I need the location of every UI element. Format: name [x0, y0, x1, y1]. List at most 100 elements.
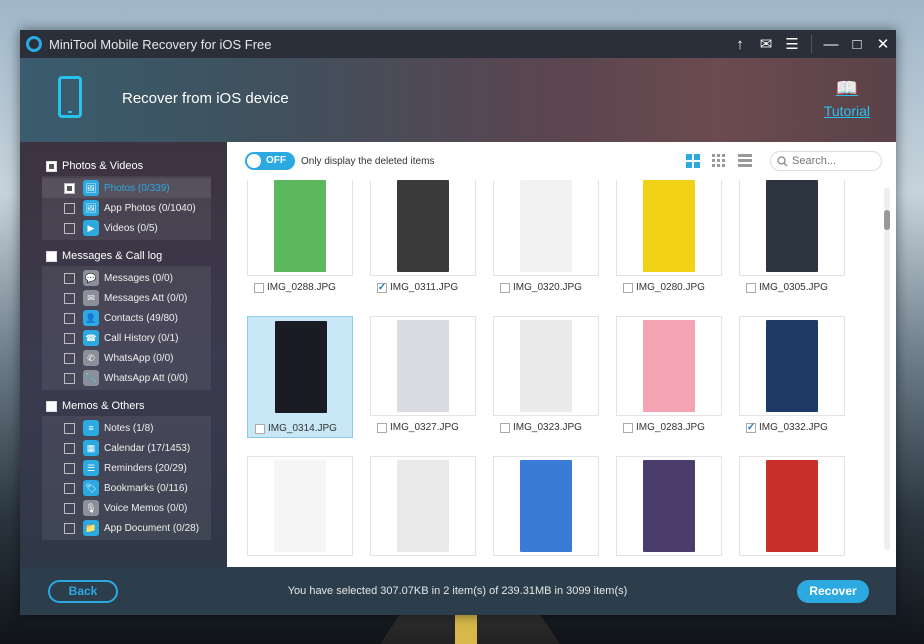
category-icon: ▶	[83, 220, 99, 236]
item-checkbox[interactable]	[64, 352, 75, 364]
thumbnail-frame	[739, 316, 845, 416]
selection-status: You have selected 307.07KB in 2 item(s) …	[287, 585, 628, 597]
file-thumbnail[interactable]: IMG_0323.JPG	[493, 316, 599, 438]
file-name-row: IMG_0314.JPG	[248, 423, 352, 434]
file-checkbox[interactable]	[377, 422, 387, 433]
file-checkbox[interactable]	[623, 282, 633, 293]
scrollbar-thumb[interactable]	[884, 210, 890, 230]
group-label: Memos & Others	[62, 400, 145, 412]
sidebar-item[interactable]: 🏷 Bookmarks (0/116)	[42, 478, 211, 498]
sidebar-item[interactable]: 📎 WhatsApp Att (0/0)	[42, 368, 211, 388]
sidebar-item[interactable]: ☰ Reminders (20/29)	[42, 458, 211, 478]
upload-icon[interactable]: ↑	[727, 30, 753, 58]
search-box[interactable]	[770, 151, 882, 171]
sidebar-group-header[interactable]: Photos & Videos	[20, 156, 227, 176]
item-checkbox[interactable]	[64, 272, 75, 284]
item-checkbox[interactable]	[64, 372, 75, 384]
sidebar-item[interactable]: 🖼 Photos (0/339)	[42, 178, 211, 198]
titlebar-divider	[811, 35, 812, 53]
file-name-row: IMG_0283.JPG	[616, 422, 722, 433]
sidebar-item[interactable]: 👤 Contacts (49/80)	[42, 308, 211, 328]
item-checkbox[interactable]	[64, 292, 75, 304]
title-bar: MiniTool Mobile Recovery for iOS Free ↑ …	[20, 30, 896, 58]
sidebar-item-label: Voice Memos (0/0)	[104, 502, 188, 514]
sidebar-group-header[interactable]: Memos & Others	[20, 396, 227, 416]
sidebar-item[interactable]: ≡ Notes (1/8)	[42, 418, 211, 438]
item-checkbox[interactable]	[64, 332, 75, 344]
mail-icon[interactable]: ✉	[753, 30, 779, 58]
file-thumbnail[interactable]: IMG_0314.JPG	[247, 316, 353, 438]
sidebar-item-label: WhatsApp Att (0/0)	[104, 372, 188, 384]
back-button[interactable]: Back	[48, 579, 118, 603]
file-checkbox[interactable]	[623, 422, 633, 433]
item-checkbox[interactable]	[64, 182, 75, 194]
footer-bar: Back You have selected 307.07KB in 2 ite…	[20, 567, 896, 615]
sidebar-item[interactable]: 📁 App Document (0/28)	[42, 518, 211, 538]
file-thumbnail[interactable]	[493, 456, 599, 567]
item-checkbox[interactable]	[64, 422, 75, 434]
item-checkbox[interactable]	[64, 502, 75, 514]
sidebar-item[interactable]: ▶ Videos (0/5)	[42, 218, 211, 238]
thumbnail-frame	[248, 317, 354, 417]
file-thumbnail[interactable]: IMG_0280.JPG	[616, 180, 722, 298]
sidebar-item-label: Videos (0/5)	[104, 222, 158, 234]
file-thumbnail[interactable]	[616, 456, 722, 567]
file-checkbox[interactable]	[500, 422, 510, 433]
thumbnail-view-icon[interactable]	[712, 154, 726, 168]
maximize-icon[interactable]: □	[844, 30, 870, 58]
group-checkbox[interactable]	[46, 250, 57, 262]
item-checkbox[interactable]	[64, 522, 75, 534]
deleted-only-toggle[interactable]: OFF	[245, 152, 295, 170]
search-input[interactable]	[792, 155, 876, 167]
file-name: IMG_0332.JPG	[759, 422, 828, 433]
menu-icon[interactable]: ☰	[779, 30, 805, 58]
minimize-icon[interactable]: —	[818, 30, 844, 58]
grid-view-icon[interactable]	[686, 154, 700, 168]
recover-button[interactable]: Recover	[797, 579, 869, 603]
sidebar-item[interactable]: ☎ Call History (0/1)	[42, 328, 211, 348]
sidebar-group-items: 💬 Messages (0/0) ✉ Messages Att (0/0) 👤 Conta…	[42, 266, 211, 390]
view-mode-buttons	[686, 154, 752, 168]
group-label: Photos & Videos	[62, 160, 144, 172]
sidebar-group-header[interactable]: Messages & Call log	[20, 246, 227, 266]
thumbnail-frame	[247, 456, 353, 556]
file-checkbox[interactable]	[746, 282, 756, 293]
file-thumbnail[interactable]	[247, 456, 353, 567]
background-road-stripe	[455, 614, 477, 644]
tutorial-link[interactable]: 📖 Tutorial	[824, 78, 870, 119]
item-checkbox[interactable]	[64, 482, 75, 494]
item-checkbox[interactable]	[64, 202, 75, 214]
item-checkbox[interactable]	[64, 312, 75, 324]
file-thumbnail[interactable]: IMG_0320.JPG	[493, 180, 599, 298]
item-checkbox[interactable]	[64, 442, 75, 454]
sidebar-item[interactable]: ✆ WhatsApp (0/0)	[42, 348, 211, 368]
close-icon[interactable]: ✕	[870, 30, 896, 58]
file-thumbnail[interactable]: IMG_0283.JPG	[616, 316, 722, 438]
file-checkbox[interactable]	[746, 422, 756, 433]
sidebar-item[interactable]: 🎙 Voice Memos (0/0)	[42, 498, 211, 518]
file-checkbox[interactable]	[255, 423, 265, 434]
file-thumbnail[interactable]	[739, 456, 845, 567]
file-thumbnail[interactable]	[370, 456, 476, 567]
sidebar-item[interactable]: 💬 Messages (0/0)	[42, 268, 211, 288]
sidebar-item[interactable]: ▦ Calendar (17/1453)	[42, 438, 211, 458]
category-icon: 🎙	[83, 500, 99, 516]
file-checkbox[interactable]	[377, 282, 387, 293]
group-checkbox[interactable]	[46, 400, 57, 412]
vertical-scrollbar[interactable]	[884, 188, 890, 550]
list-view-icon[interactable]	[738, 154, 752, 168]
sidebar-item[interactable]: 🖼 App Photos (0/1040)	[42, 198, 211, 218]
item-checkbox[interactable]	[64, 462, 75, 474]
file-thumbnail[interactable]: IMG_0305.JPG	[739, 180, 845, 298]
file-thumbnail[interactable]: IMG_0332.JPG	[739, 316, 845, 438]
file-thumbnail[interactable]: IMG_0311.JPG	[370, 180, 476, 298]
thumbnail-frame	[739, 180, 845, 276]
sidebar-item[interactable]: ✉ Messages Att (0/0)	[42, 288, 211, 308]
group-checkbox[interactable]	[46, 160, 57, 172]
file-thumbnail[interactable]: IMG_0327.JPG	[370, 316, 476, 438]
file-checkbox[interactable]	[254, 282, 264, 293]
screenshot-preview	[643, 180, 695, 272]
item-checkbox[interactable]	[64, 222, 75, 234]
file-thumbnail[interactable]: IMG_0288.JPG	[247, 180, 353, 298]
file-checkbox[interactable]	[500, 282, 510, 293]
